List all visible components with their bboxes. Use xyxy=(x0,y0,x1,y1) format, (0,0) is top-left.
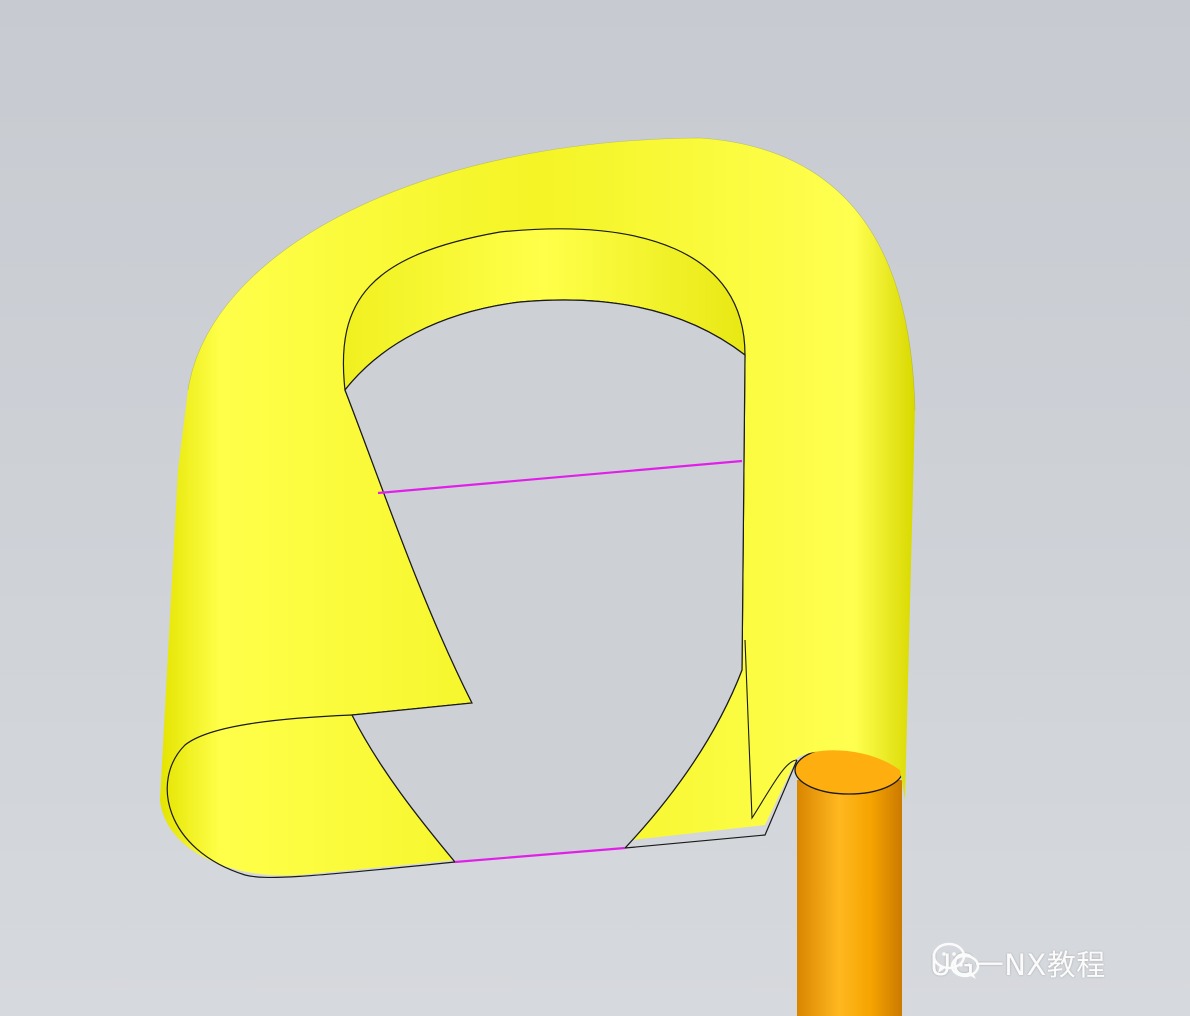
graphics-viewport[interactable]: UG一NX教程 xyxy=(0,0,1190,1016)
model-canvas[interactable] xyxy=(0,0,1190,1016)
wechat-icon xyxy=(932,942,980,979)
rod-body xyxy=(797,780,902,1016)
sweep-guide-rod[interactable] xyxy=(794,745,904,1016)
watermark: UG一NX教程 xyxy=(930,940,1106,986)
